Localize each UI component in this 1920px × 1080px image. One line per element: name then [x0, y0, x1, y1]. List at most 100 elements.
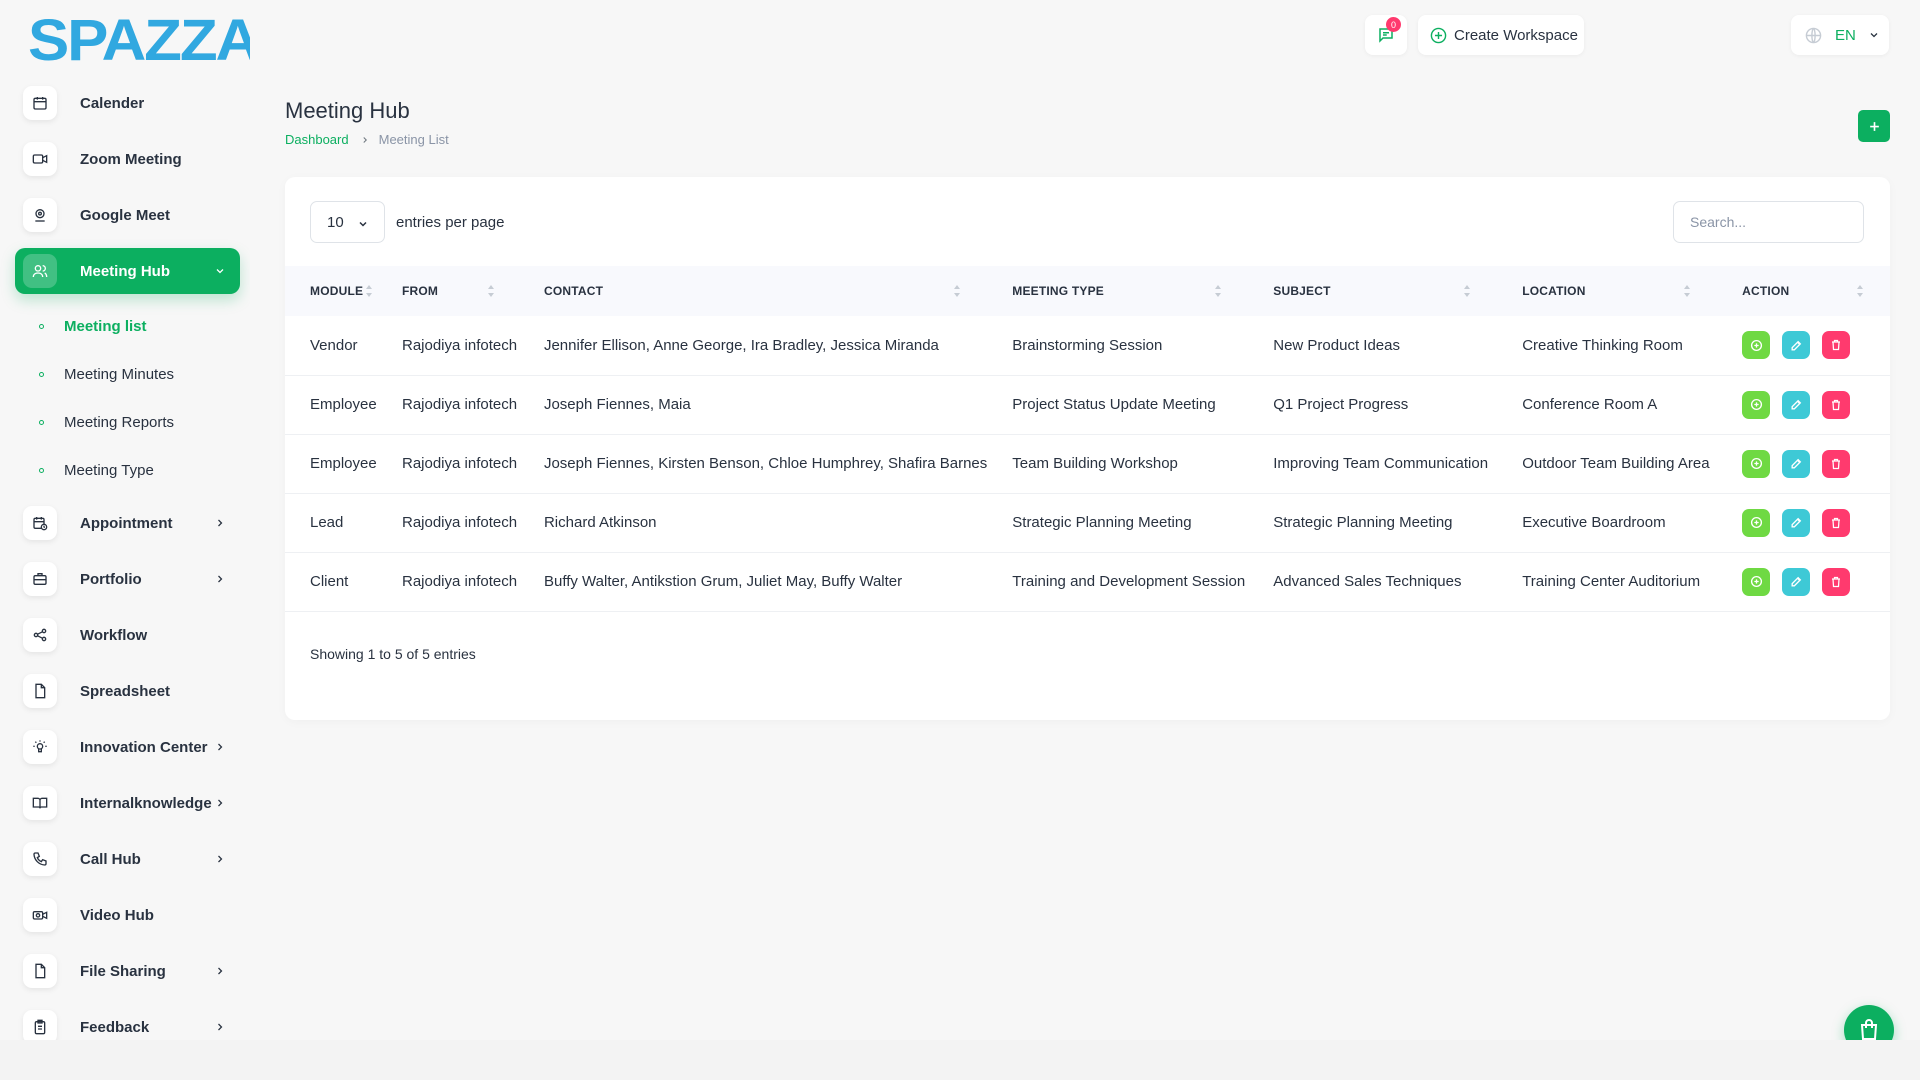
column-header-module[interactable]: Module [285, 266, 377, 316]
edit-button[interactable] [1782, 331, 1811, 360]
trash-icon [1832, 576, 1841, 587]
table-row: Employee Rajodiya infotech Joseph Fienne… [285, 434, 1890, 494]
sidebar-item-portfolio[interactable]: Portfolio [15, 556, 240, 602]
trash-icon [1832, 458, 1841, 469]
briefcase-icon [23, 562, 57, 596]
search-input[interactable] [1673, 201, 1864, 243]
delete-button[interactable] [1822, 390, 1851, 419]
chevron-down-icon [359, 221, 367, 227]
delete-button[interactable] [1822, 449, 1851, 478]
sidebar-item-workflow[interactable]: Workflow [15, 612, 240, 658]
plus-circle-icon [1750, 457, 1762, 470]
sidebar-item-call-hub[interactable]: Call Hub [15, 836, 240, 882]
cell-action [1717, 375, 1890, 435]
view-button[interactable] [1742, 567, 1771, 596]
cell-subject: Advanced Sales Techniques [1248, 552, 1498, 612]
notifications-button[interactable]: 0 [1365, 15, 1407, 55]
plus-circle-icon [1750, 339, 1762, 351]
breadcrumb-dashboard-link[interactable]: Dashboard [285, 132, 349, 147]
phone-icon [23, 842, 57, 876]
sort-icon [1857, 285, 1864, 297]
sidebar-item-google-meet[interactable]: Google Meet [15, 192, 240, 238]
language-label: EN [1835, 26, 1856, 44]
delete-button[interactable] [1822, 508, 1851, 537]
sidebar-item-feedback[interactable]: Feedback [15, 1004, 240, 1040]
sidebar-item-label: Video Hub [80, 906, 154, 924]
cell-location: Creative Thinking Room [1497, 316, 1718, 376]
sidebar-item-video-hub[interactable]: Video Hub [15, 892, 240, 938]
cell-contact: Joseph Fiennes, Kirsten Benson, Chloe Hu… [518, 434, 988, 494]
chevron-right-icon [362, 136, 367, 143]
cell-location: Conference Room A [1497, 375, 1718, 435]
cell-from: Rajodiya infotech [376, 375, 519, 435]
create-workspace-button[interactable]: Create Workspace [1418, 15, 1584, 55]
table-row: Employee Rajodiya infotech Joseph Fienne… [285, 375, 1890, 435]
chevron-right-icon [218, 799, 223, 807]
submenu-item-meeting-list[interactable]: Meeting list [15, 302, 240, 350]
view-button[interactable] [1742, 508, 1771, 537]
entries-per-page: 10 entries per page [310, 201, 504, 243]
cell-subject: Q1 Project Progress [1248, 375, 1498, 435]
row-actions [1742, 508, 1890, 537]
sort-icon [1684, 285, 1691, 297]
sidebar-item-internalknowledge[interactable]: Internalknowledge [15, 780, 240, 826]
column-header-location[interactable]: Location [1497, 266, 1717, 316]
add-meeting-button[interactable] [1858, 110, 1890, 142]
row-actions [1742, 567, 1890, 596]
sidebar-item-label: File Sharing [80, 962, 166, 980]
column-header-subject[interactable]: Subject [1248, 266, 1497, 316]
column-header-contact[interactable]: Contact [519, 266, 987, 316]
bullet-icon [39, 419, 44, 425]
sidebar-item-label: Call Hub [80, 850, 141, 868]
view-button[interactable] [1742, 449, 1771, 478]
edit-button[interactable] [1782, 449, 1811, 478]
sidebar-item-file-sharing[interactable]: File Sharing [15, 948, 240, 994]
submenu-item-meeting-reports[interactable]: Meeting Reports [15, 398, 240, 446]
sidebar-item-innovation-center[interactable]: Innovation Center [15, 724, 240, 770]
cell-action [1717, 552, 1890, 612]
delete-button[interactable] [1822, 567, 1851, 596]
view-button[interactable] [1742, 331, 1771, 360]
entries-per-page-select[interactable]: 10 [310, 201, 385, 243]
sidebar-item-spreadsheet[interactable]: Spreadsheet [15, 668, 240, 714]
spazza-logo[interactable]: SPAZZA [28, 14, 250, 64]
create-workspace-label: Create Workspace [1454, 26, 1578, 44]
svg-text:SPAZZA: SPAZZA [28, 14, 250, 64]
calendar-clock-icon [23, 506, 57, 540]
cell-subject: Improving Team Communication [1248, 434, 1498, 494]
cell-contact: Jennifer Ellison, Anne George, Ira Bradl… [518, 316, 988, 376]
chevron-right-icon [218, 743, 223, 751]
view-button[interactable] [1742, 390, 1771, 419]
edit-button[interactable] [1782, 390, 1811, 419]
submenu-item-meeting-minutes[interactable]: Meeting Minutes [15, 350, 240, 398]
cell-meeting-type: Training and Development Session [987, 552, 1249, 612]
chevron-down-icon [1870, 33, 1878, 38]
cell-subject: Strategic Planning Meeting [1248, 493, 1498, 553]
footer [0, 1040, 1920, 1080]
sidebar-item-appointment[interactable]: Appointment [15, 500, 240, 546]
breadcrumb-current: Meeting List [378, 132, 449, 147]
chevron-down-icon [216, 269, 224, 274]
table-row: Vendor Rajodiya infotech Jennifer Elliso… [285, 316, 1890, 376]
edit-icon [1791, 576, 1801, 587]
cell-contact: Buffy Walter, Antikstion Grum, Juliet Ma… [518, 552, 988, 612]
sort-icon [1464, 285, 1471, 297]
edit-button[interactable] [1782, 508, 1811, 537]
column-header-meeting-type[interactable]: Meeting Type [987, 266, 1248, 316]
sidebar-item-label: Portfolio [80, 570, 142, 588]
sidebar-item-calender[interactable]: Calender [15, 80, 240, 126]
plus-circle-icon [1750, 398, 1762, 411]
entries-per-page-value: 10 [327, 214, 344, 231]
delete-button[interactable] [1822, 331, 1851, 360]
cell-module: Vendor [285, 316, 377, 376]
sidebar-item-label: Calender [80, 94, 145, 112]
column-header-action[interactable]: Action [1717, 266, 1890, 316]
column-header-from[interactable]: From [377, 266, 519, 316]
sidebar-item-meeting-hub[interactable]: Meeting Hub [15, 248, 240, 294]
language-selector[interactable]: EN [1791, 15, 1889, 55]
sidebar-item-zoom-meeting[interactable]: Zoom Meeting [15, 136, 240, 182]
cell-from: Rajodiya infotech [376, 316, 519, 376]
video-icon [23, 142, 57, 176]
submenu-item-meeting-type[interactable]: Meeting Type [15, 446, 240, 494]
edit-button[interactable] [1782, 567, 1811, 596]
